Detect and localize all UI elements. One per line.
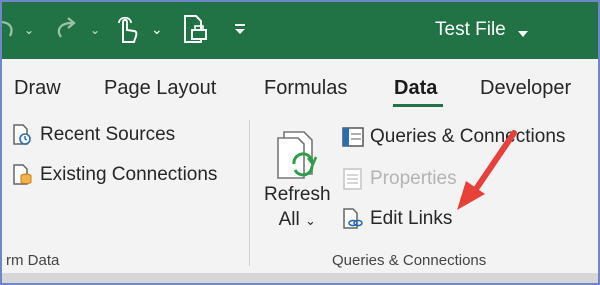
properties-label: Properties (370, 168, 457, 189)
recent-sources-button[interactable]: Recent Sources (12, 124, 175, 146)
refresh-label-line2: All (278, 209, 300, 230)
existing-connections-button[interactable]: Existing Connections (12, 164, 217, 186)
redo-icon[interactable] (52, 16, 80, 47)
ribbon-bottom-edge (2, 273, 598, 283)
file-title[interactable]: Test File (435, 19, 506, 41)
edit-links-label: Edit Links (370, 208, 453, 229)
queries-connections-label: Queries & Connections (370, 126, 566, 147)
properties-icon (342, 168, 364, 190)
active-tab-indicator (393, 104, 443, 107)
recent-sources-label: Recent Sources (40, 124, 176, 145)
redo-dropdown-icon[interactable]: ⌄ (90, 23, 100, 37)
refresh-all-dropdown-icon[interactable]: ⌄ (305, 213, 316, 228)
queries-connections-group-label: Queries & Connections (332, 252, 487, 269)
refresh-label-line1: Refresh (264, 184, 331, 205)
get-transform-data-group-label: rm Data (6, 252, 60, 269)
ribbon-tabs: Draw Page Layout Formulas Data Developer (2, 59, 598, 112)
existing-connections-icon (12, 164, 34, 186)
existing-connections-label: Existing Connections (40, 164, 218, 185)
refresh-all-icon (274, 128, 322, 187)
tab-formulas[interactable]: Formulas (264, 77, 347, 100)
edit-links-button[interactable]: Edit Links (342, 208, 452, 230)
ribbon-data: Recent Sources Existing Connections rm D… (2, 112, 598, 273)
tab-draw[interactable]: Draw (14, 77, 61, 100)
tab-data[interactable]: Data (394, 77, 437, 100)
print-preview-icon[interactable] (182, 14, 208, 51)
queries-connections-button[interactable]: Queries & Connections (342, 126, 565, 148)
customize-toolbar-icon[interactable] (233, 22, 247, 41)
group-separator (249, 120, 250, 266)
tab-page-layout[interactable]: Page Layout (104, 77, 216, 100)
touch-mode-icon[interactable] (114, 14, 140, 51)
recent-sources-icon (12, 124, 34, 146)
touch-mode-dropdown-icon[interactable]: ⌄ (151, 21, 163, 38)
tab-developer[interactable]: Developer (480, 77, 571, 100)
refresh-all-label[interactable]: Refresh All ⌄ (264, 182, 331, 233)
undo-dropdown-icon[interactable]: ⌄ (24, 23, 34, 37)
queries-connections-icon (342, 126, 364, 148)
edit-links-icon (342, 208, 364, 230)
properties-button[interactable]: Properties (342, 168, 457, 190)
title-bar: ⌄ ⌄ ⌄ Test File (2, 2, 598, 59)
excel-window: ⌄ ⌄ ⌄ Test File Draw Page Layout Formula… (0, 0, 600, 285)
file-title-dropdown-icon[interactable] (518, 25, 528, 43)
undo-icon[interactable] (2, 16, 18, 47)
